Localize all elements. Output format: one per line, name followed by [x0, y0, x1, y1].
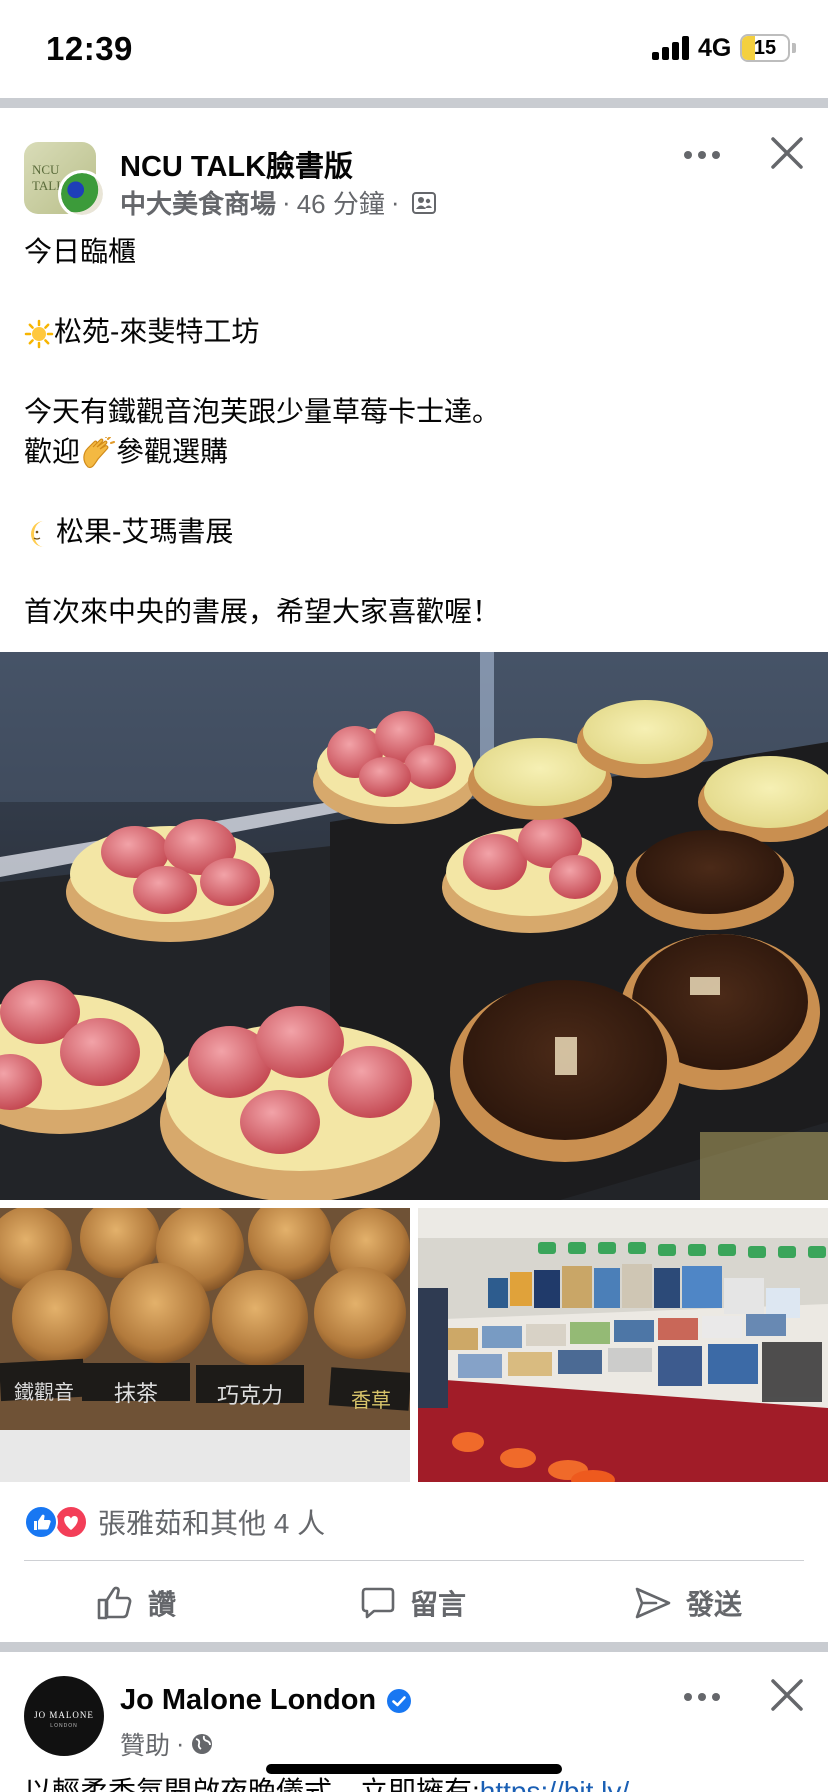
post-separator [0, 1642, 828, 1652]
sun-emoji [24, 319, 54, 348]
battery-level: 15 [753, 37, 777, 59]
clap-emoji [83, 436, 116, 468]
like-icon [97, 1586, 132, 1620]
send-label: 發送 [686, 1589, 743, 1620]
meta-dot: · [390, 187, 400, 217]
puff-label: 香草 [351, 1388, 391, 1412]
text-line [24, 352, 804, 392]
post-actions: 讚 留言 發送 [0, 1570, 828, 1636]
puff-label: 巧克力 [216, 1384, 283, 1409]
globe-icon [192, 1734, 213, 1754]
moon-emoji [31, 520, 44, 547]
sponsored-text: 以輕柔香氛開啟夜晚儀式，立即擁有: [24, 1776, 480, 1792]
post-photo-main[interactable] [0, 652, 828, 1200]
post-text: 今日臨櫃 松苑-來斐特工坊 今天有鐵觀音泡芙跟少量草莓卡士達。 歡迎 參觀選購 … [24, 232, 804, 632]
actions-divider [24, 1560, 804, 1561]
comment-button[interactable]: 留言 [360, 1570, 466, 1636]
group-name[interactable]: 中大美食商場 [120, 184, 276, 221]
close-icon[interactable] [770, 1678, 804, 1712]
sponsor-avatar[interactable]: JO MALONE LONDON [24, 1676, 104, 1756]
like-reaction-icon [24, 1505, 58, 1539]
sponsored-meta: 贊助 · [120, 1726, 214, 1762]
more-options-icon[interactable] [680, 1682, 724, 1712]
post-time[interactable]: 46 分鐘 [297, 184, 385, 221]
reactions-text[interactable]: 張雅茹和其他 4 人 [98, 1502, 325, 1542]
text-line [24, 472, 804, 512]
send-icon [635, 1587, 671, 1619]
verified-icon [387, 1688, 412, 1713]
network-type: 4G [698, 34, 732, 62]
post-meta: 中大美食商場 · 46 分鐘 · [120, 184, 436, 221]
page-name[interactable]: NCU TALK臉書版 [120, 143, 353, 185]
text-segment: 參觀選購 [116, 436, 229, 467]
love-reaction-icon [54, 1505, 88, 1539]
avatar-brand-text: JO MALONE [34, 1710, 94, 1720]
text-line: 歡迎 參觀選購 [24, 432, 804, 472]
text-line: 首次來中央的書展，希望大家喜歡喔！ [24, 596, 501, 627]
text-line [24, 552, 804, 592]
send-button[interactable]: 發送 [634, 1570, 742, 1636]
status-time: 12:39 [46, 30, 133, 67]
avatar-brand-sub: LONDON [50, 1723, 78, 1729]
sponsored-label[interactable]: 贊助 [120, 1726, 170, 1762]
post-photo-books[interactable] [418, 1208, 828, 1482]
puff-label: 鐵觀音 [14, 1380, 74, 1404]
text-line: 松果-艾瑪書展 [24, 512, 804, 552]
meta-dot: · [176, 1729, 185, 1758]
like-button[interactable]: 讚 [96, 1570, 176, 1636]
sponsor-page-name[interactable]: Jo Malone London [120, 1684, 412, 1717]
sponsor-name-text: Jo Malone London [120, 1684, 377, 1716]
comment-icon [361, 1587, 395, 1619]
text-segment: 松果-艾瑪書展 [56, 516, 234, 547]
text-line: 今天有鐵觀音泡芙跟少量草莓卡士達。 [24, 396, 501, 427]
home-indicator[interactable] [266, 1764, 562, 1774]
meta-dot: · [282, 187, 291, 217]
group-icon [411, 191, 436, 214]
battery-nub [792, 43, 796, 53]
sponsored-post-text: 以輕柔香氛開啟夜晚儀式，立即擁有:https://bit.ly/ [24, 1772, 824, 1792]
group-avatar[interactable] [58, 170, 106, 218]
text-line: 松苑-來斐特工坊 [24, 312, 804, 352]
signal-icon [652, 36, 690, 60]
comment-label: 留言 [410, 1589, 467, 1620]
text-line: 今日臨櫃 [24, 236, 137, 267]
text-line [24, 272, 804, 312]
sponsored-link[interactable]: https://bit.ly/ [480, 1776, 629, 1792]
text-segment: 松苑-來斐特工坊 [54, 316, 260, 347]
post-photo-puffs[interactable]: 鐵觀音 抹茶 巧克力 香草 [0, 1208, 410, 1482]
puff-label: 抹茶 [113, 1382, 158, 1407]
close-icon[interactable] [770, 136, 804, 170]
reactions-summary[interactable]: 張雅茹和其他 4 人 [24, 1502, 325, 1542]
battery-icon: 15 [740, 34, 790, 62]
more-options-icon[interactable] [680, 140, 724, 170]
like-label: 讚 [148, 1589, 177, 1620]
status-bar: 12:39 4G 15 [0, 0, 828, 98]
text-segment: 歡迎 [24, 436, 81, 467]
top-separator [0, 98, 828, 108]
